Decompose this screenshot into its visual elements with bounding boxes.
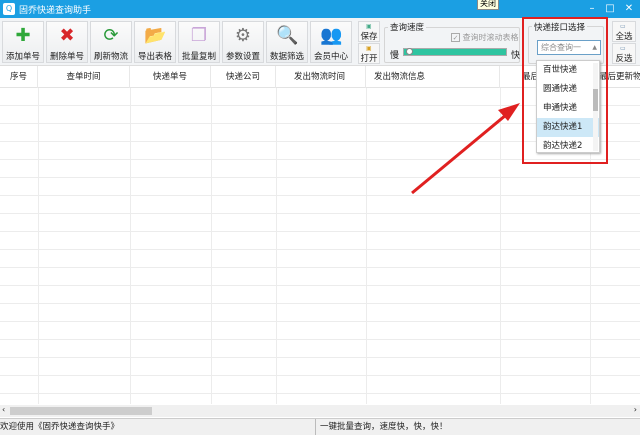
red-arrow [411,103,520,195]
